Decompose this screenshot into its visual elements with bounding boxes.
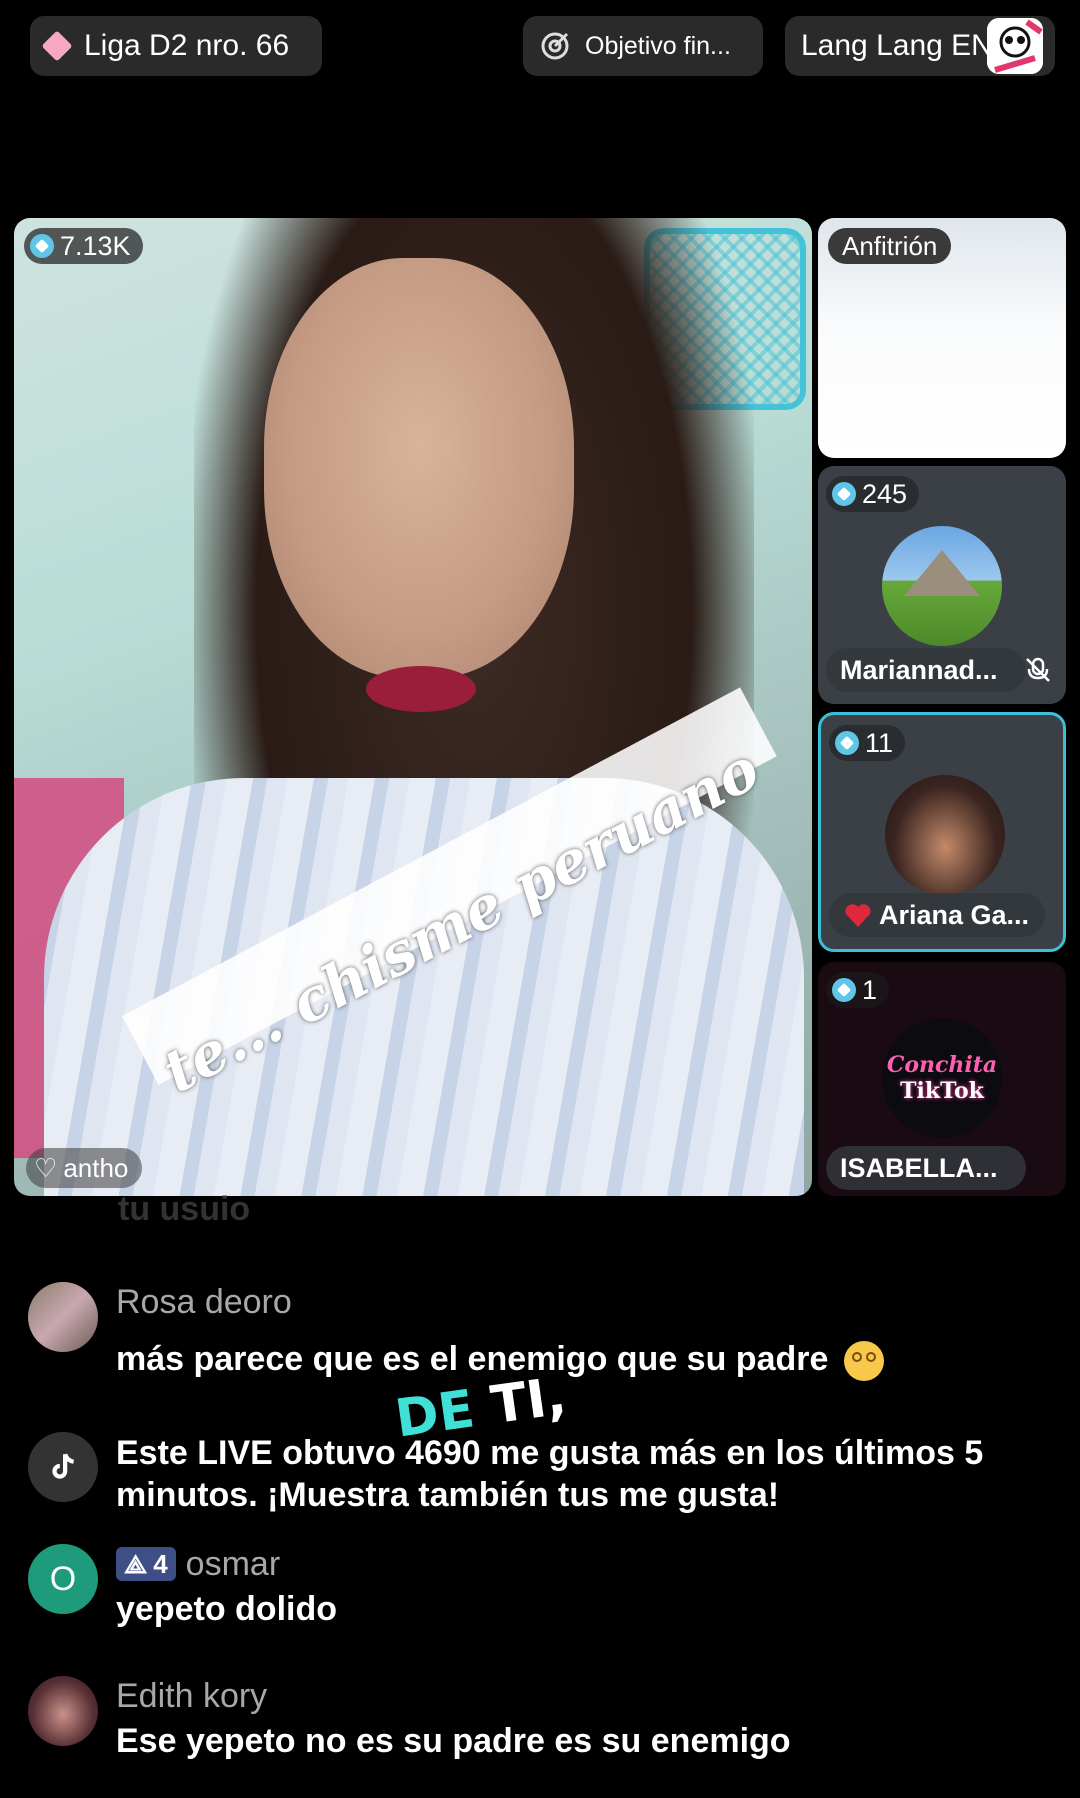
face-image [264,258,574,678]
guest-count-badge: 11 [829,725,906,761]
lang-lang-pill[interactable]: Lang Lang EN [785,16,1055,76]
host-name-tag[interactable]: ♡ antho [26,1148,143,1188]
guest-count: 11 [865,727,894,758]
guest-name-plate: ISABELLA... [826,1146,1026,1190]
comment-text: yepeto dolido [116,1590,337,1628]
mic-muted-icon [1026,657,1050,682]
viewer-count: 7.13K [60,230,131,261]
comment-username: Edith kory [116,1677,268,1715]
guest-name-plate: Ariana Ga... [829,893,1045,937]
guest-count: 1 [862,974,878,1005]
gem-icon [30,234,54,258]
dizzy-face-emoji-icon [843,1341,884,1382]
comment-username: osmar [185,1545,281,1583]
guest-tile-ariana[interactable]: 11 Ariana Ga... [818,712,1066,952]
tiktok-avatar [28,1432,98,1502]
comment-text: Ese yepeto no es su padre es su enemigo [116,1722,791,1760]
guest-count: 245 [862,478,908,509]
tiktok-icon [52,1453,75,1479]
avatar-letter: O [49,1559,77,1598]
gem-icon [832,978,856,1002]
guest-tile-host[interactable]: Anfitrión [818,218,1066,458]
diamond-icon [41,30,73,62]
viewer-count-badge: 7.13K [24,228,143,264]
league-badge[interactable]: Liga D2 nro. 66 [30,16,322,76]
level-number: 4 [153,1549,168,1579]
guest-name-plate: Mariannad... [826,648,1026,692]
faded-comment: tu usuio [118,1190,251,1228]
gem-icon [835,731,859,755]
lips-image [366,666,476,712]
guest-name: Mariannad... [840,654,998,685]
lang-avatar [987,18,1043,74]
goal-label: Objetivo fin... [585,31,731,60]
gem-icon [832,482,856,506]
goal-button[interactable]: Objetivo fin... [523,16,763,76]
system-message-text: Este LIVE obtuvo 4690 me gusta más en lo… [116,1434,984,1514]
avatar: Conchita TikTok [882,1018,1002,1138]
target-icon [541,32,569,60]
guest-count-badge: 245 [826,476,920,512]
level-icon: ⟁ [124,1549,148,1579]
main-host-video[interactable]: 7.13K ♡ antho [14,218,812,1196]
avatar [28,1676,98,1746]
guest-tile-mariannad[interactable]: 245 Mariannad... [818,466,1066,704]
comment-text: más parece que es el enemigo que su padr… [116,1340,829,1378]
comment-text-row: más parece que es el enemigo que su padr… [116,1338,1058,1382]
comment-user-row: ⟁ 4 osmar [116,1544,1058,1584]
league-label: Liga D2 nro. 66 [84,29,290,62]
host-label: Anfitrión [828,228,952,264]
avatar [882,526,1002,646]
guest-count-badge: 1 [826,972,890,1008]
guest-tile-isabella[interactable]: 1 Conchita TikTok ISABELLA... [818,962,1066,1196]
panda-icon [987,18,1043,74]
guest-name: Ariana Ga... [879,899,1030,930]
host-name: antho [63,1152,129,1183]
level-badge: ⟁ 4 [116,1547,176,1581]
comment-username: Rosa deoro [116,1283,292,1321]
avatar [885,775,1005,895]
conchita-logo: Conchita TikTok [882,1018,1002,1138]
heart-fire-icon [845,904,871,927]
caption-de: DE [391,1379,478,1450]
shirt-image [44,778,804,1196]
avatar [28,1282,98,1352]
guest-name: ISABELLA... [840,1152,998,1183]
caption-ti: TI, [487,1366,570,1437]
avatar: O [28,1544,98,1614]
lang-label: Lang Lang EN [801,29,993,62]
heart-outline-icon: ♡ [34,1152,58,1183]
